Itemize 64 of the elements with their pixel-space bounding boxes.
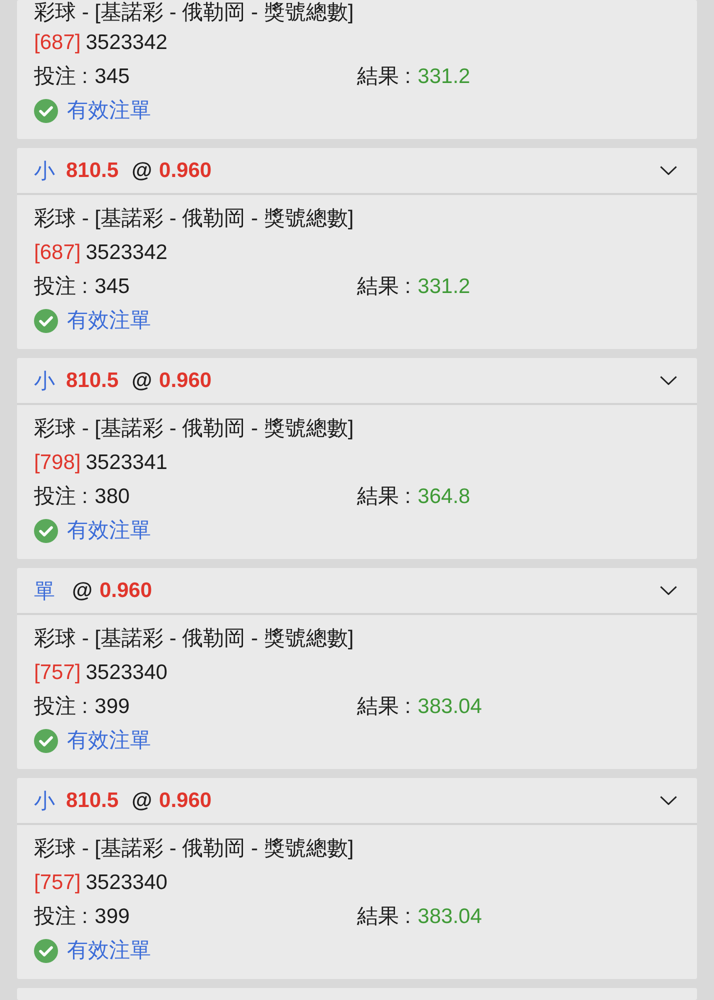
market-title: 彩球 - [基諾彩 - 俄勒岡 - 獎號總數] [34,417,354,440]
check-circle-icon [34,99,58,123]
line-value: 810.5 [66,368,119,392]
chevron-down-icon[interactable] [660,166,677,175]
stake-value: 399 [94,905,130,928]
stake-value: 399 [94,695,130,718]
status-label: 有效注單 [67,308,151,334]
stake-value: 345 [94,65,130,88]
check-circle-icon [34,939,58,963]
market-title: 彩球 - [基諾彩 - 俄勒岡 - 獎號總數] [34,1,354,24]
at-sign: @ [72,578,92,602]
selection-label: 單 [34,578,55,604]
draw-code: [757] [34,871,81,894]
result-label: 結果 : [357,905,411,928]
stake-label: 投注 : [34,905,88,928]
draw-code: [687] [34,241,81,264]
selection-label: 小 [34,158,55,184]
result-value: 364.8 [418,485,470,508]
chevron-down-icon[interactable] [660,796,677,805]
stake-label: 投注 : [34,695,88,718]
selection-label: 小 [34,368,55,394]
draw-code: [798] [34,451,81,474]
status-label: 有效注單 [67,98,151,124]
market-title: 彩球 - [基諾彩 - 俄勒岡 - 獎號總數] [34,627,354,650]
status-label: 有效注單 [67,518,151,544]
market-title: 彩球 - [基諾彩 - 俄勒岡 - 獎號總數] [34,207,354,230]
market-title: 彩球 - [基諾彩 - 俄勒岡 - 獎號總數] [34,837,354,860]
check-circle-icon [34,519,58,543]
ticket-number: 3523341 [86,451,168,474]
draw-code: [687] [34,31,81,54]
chevron-down-icon[interactable] [660,376,677,385]
line-value: 810.5 [66,788,119,812]
result-label: 結果 : [357,485,411,508]
stake-label: 投注 : [34,65,88,88]
at-sign: @ [132,158,152,182]
result-label: 結果 : [357,65,411,88]
odds-value: 0.960 [99,578,152,602]
result-value: 383.04 [418,695,482,718]
result-label: 結果 : [357,695,411,718]
ticket-number: 3523342 [86,31,168,54]
line-value: 810.5 [66,158,119,182]
status-label: 有效注單 [67,938,151,964]
status-label: 有效注單 [67,728,151,754]
selection-label: 小 [34,788,55,814]
draw-code: [757] [34,661,81,684]
at-sign: @ [132,368,152,392]
odds-value: 0.960 [159,368,212,392]
at-sign: @ [132,788,152,812]
check-circle-icon [34,309,58,333]
result-value: 331.2 [418,275,470,298]
stake-value: 380 [94,485,130,508]
stake-label: 投注 : [34,485,88,508]
odds-value: 0.960 [159,158,212,182]
odds-value: 0.960 [159,788,212,812]
stake-label: 投注 : [34,275,88,298]
check-circle-icon [34,729,58,753]
result-label: 結果 : [357,275,411,298]
ticket-number: 3523340 [86,871,168,894]
chevron-down-icon[interactable] [660,586,677,595]
ticket-number: 3523340 [86,661,168,684]
result-value: 383.04 [418,905,482,928]
ticket-number: 3523342 [86,241,168,264]
stake-value: 345 [94,275,130,298]
result-value: 331.2 [418,65,470,88]
